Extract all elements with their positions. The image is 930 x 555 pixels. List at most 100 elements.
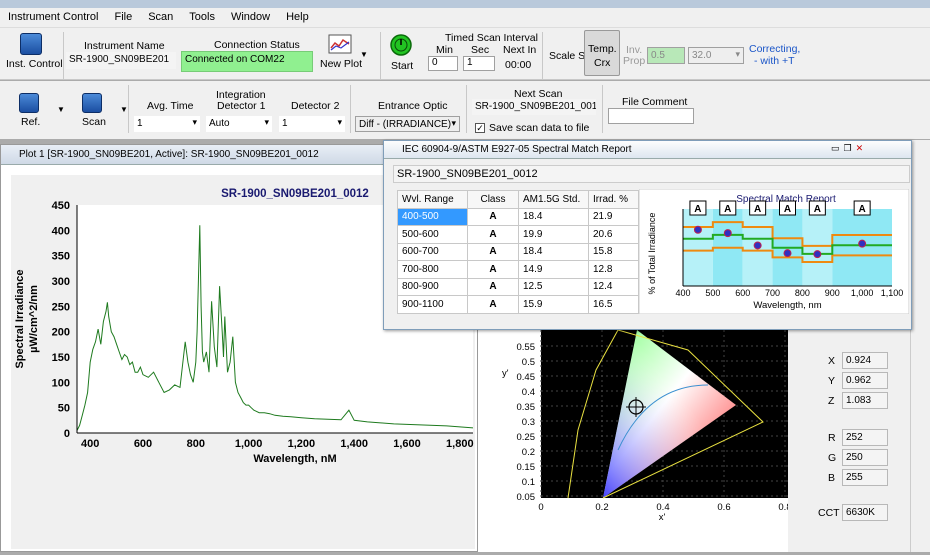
cie-y-tick: 0.1 xyxy=(522,477,535,488)
y-tick-label: 350 xyxy=(52,251,70,263)
menu-instrument-control[interactable]: Instrument Control xyxy=(0,8,106,26)
match-x-label: Wavelength, nm xyxy=(753,300,821,311)
temp-crx-button[interactable]: Temp. Crx xyxy=(584,30,620,76)
cie-x-tick: 0 xyxy=(538,502,543,513)
restore-icon[interactable]: ❐ xyxy=(844,143,856,153)
connection-status-value: Connected on COM22 xyxy=(181,51,313,72)
next-scan-value: SR-1900_SN09BE201_0013 xyxy=(472,99,596,115)
cie-x-tick: 0.8 xyxy=(778,502,788,513)
cct-label: CCT xyxy=(818,507,840,519)
cell-std: 12.5 xyxy=(518,277,589,296)
avg-time-select[interactable]: 1 xyxy=(134,116,200,132)
cell-irrad: 16.5 xyxy=(588,295,639,314)
table-row[interactable]: 800-900 A 12.5 12.4 xyxy=(397,277,639,296)
sec-label: Sec xyxy=(471,44,490,56)
ref-label[interactable]: Ref. xyxy=(21,116,40,128)
y-axis-label: Spectral Irradiance xyxy=(14,269,26,368)
cie-y-tick: 0.4 xyxy=(522,387,535,398)
match-data-point xyxy=(813,250,822,259)
toolbar-top: Inst. Control Instrument Name SR-1900_SN… xyxy=(0,28,930,80)
x-tick-label: 1,200 xyxy=(288,438,316,450)
sec-spinner[interactable]: 1 xyxy=(463,56,495,71)
cell-class: A xyxy=(467,242,519,261)
match-x-tick: 500 xyxy=(705,288,720,298)
start-label[interactable]: Start xyxy=(391,60,413,72)
cell-range: 900-1100 xyxy=(397,295,468,314)
entrance-optic-label: Entrance Optic xyxy=(378,100,448,112)
b-value: 255 xyxy=(842,469,888,486)
menu-scan[interactable]: Scan xyxy=(140,8,181,26)
x-tick-label: 1,400 xyxy=(340,438,368,450)
chart-title: SR-1900_SN09BE201_0012 xyxy=(221,188,369,200)
close-icon[interactable]: ✕ xyxy=(856,143,868,153)
col-wvl-range: Wvl. Range xyxy=(397,190,468,209)
x-tick-label: 1,800 xyxy=(446,438,474,450)
scan-icon[interactable] xyxy=(82,93,102,113)
minimize-icon[interactable]: ▭ xyxy=(831,143,844,153)
entrance-optic-select[interactable]: Diff - (IRRADIANCE) xyxy=(355,116,460,132)
new-plot-label[interactable]: New Plot xyxy=(320,58,362,70)
detector2-label: Detector 2 xyxy=(291,100,340,112)
min-spinner[interactable]: 0 xyxy=(428,56,458,71)
inv-value-1[interactable]: 0.5 xyxy=(647,47,685,64)
inv-value-2[interactable]: 32.0 xyxy=(688,47,744,64)
y-tick-label: 400 xyxy=(52,225,70,237)
y-tick-label: 50 xyxy=(58,403,70,415)
inst-control-label[interactable]: Inst. Control xyxy=(6,58,63,70)
color-values-panel: X 0.924 Y 0.962 Z 1.083 R 252 G 250 B 25… xyxy=(788,330,910,552)
table-row[interactable]: 700-800 A 14.9 12.8 xyxy=(397,260,639,279)
timed-scan-label: Timed Scan Interval xyxy=(445,32,538,44)
match-data-point xyxy=(858,239,867,248)
ref-icon[interactable] xyxy=(19,93,39,113)
menu-file[interactable]: File xyxy=(106,8,140,26)
toolbar-bottom: Ref. ▼ Scan ▼ Avg. Time 1 Integration De… xyxy=(0,81,930,139)
file-comment-input[interactable] xyxy=(608,108,694,124)
x-tick-label: 400 xyxy=(81,438,99,450)
x-axis-label: Wavelength, nM xyxy=(253,453,336,465)
y-label: Y xyxy=(828,375,836,387)
match-x-tick: 700 xyxy=(765,288,780,298)
min-label: Min xyxy=(436,44,453,56)
z-label: Z xyxy=(828,395,835,407)
detector1-select[interactable]: Auto xyxy=(206,116,272,132)
start-icon[interactable] xyxy=(390,34,412,56)
report-scan-name: SR-1900_SN09BE201_0012 xyxy=(393,165,910,183)
table-row[interactable]: 400-500 A 18.4 21.9 xyxy=(397,207,639,226)
ref-dropdown-icon[interactable]: ▼ xyxy=(57,105,65,114)
y-tick-label: 300 xyxy=(52,276,70,288)
table-row[interactable]: 900-1100 A 15.9 16.5 xyxy=(397,295,639,314)
table-row[interactable]: 600-700 A 18.4 15.8 xyxy=(397,242,639,261)
prop-label: Prop xyxy=(623,55,646,67)
x-tick-label: 1,600 xyxy=(393,438,421,450)
instrument-icon[interactable] xyxy=(20,33,42,55)
z-value: 1.083 xyxy=(842,392,888,409)
detector2-select[interactable]: 1 xyxy=(279,116,345,132)
cell-range: 500-600 xyxy=(397,225,468,244)
scan-label[interactable]: Scan xyxy=(82,116,106,128)
menu-tools[interactable]: Tools xyxy=(181,8,223,26)
cell-std: 18.4 xyxy=(518,207,589,226)
table-row[interactable]: 500-600 A 19.9 20.6 xyxy=(397,225,639,244)
cell-std: 18.4 xyxy=(518,242,589,261)
class-badge-label: A xyxy=(724,204,731,215)
next-in-label: Next In xyxy=(503,44,537,56)
class-badge-label: A xyxy=(694,204,701,215)
save-checkbox[interactable]: ✓ xyxy=(475,123,485,133)
class-badge-label: A xyxy=(754,204,761,215)
col-irrad: Irrad. % xyxy=(588,190,639,209)
cie-y-tick: 0.3 xyxy=(522,417,535,428)
side-scrollbar[interactable] xyxy=(910,140,930,552)
scale-si-button[interactable]: Scale Si xyxy=(549,50,588,62)
match-data-point xyxy=(783,249,792,258)
crx-label: Crx xyxy=(594,57,611,69)
scan-dropdown-icon[interactable]: ▼ xyxy=(120,105,128,114)
cell-range: 600-700 xyxy=(397,242,468,261)
menu-window[interactable]: Window xyxy=(223,8,278,26)
new-plot-icon[interactable] xyxy=(328,34,352,54)
col-am15g: AM1.5G Std. xyxy=(518,190,589,209)
cell-irrad: 12.4 xyxy=(588,277,639,296)
cell-range: 700-800 xyxy=(397,260,468,279)
match-x-tick: 1,100 xyxy=(881,288,904,298)
menu-help[interactable]: Help xyxy=(278,8,317,26)
y-value: 0.962 xyxy=(842,372,888,389)
